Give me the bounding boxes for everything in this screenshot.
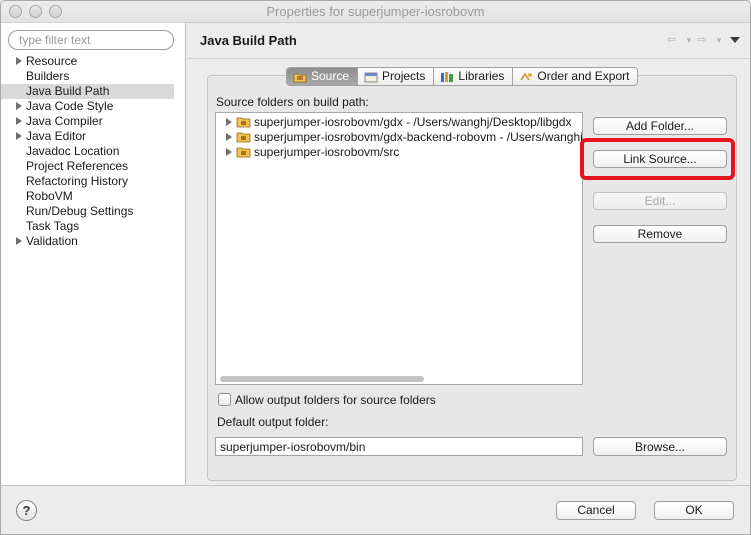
sidebar-item-robovm[interactable]: RoboVM: [1, 189, 186, 204]
sidebar-item-project-references[interactable]: Project References: [1, 159, 186, 174]
properties-sidebar: Resource Builders Java Build Path Java C…: [1, 23, 186, 485]
java-build-path-page: Java Build Path ⇦ ▼ ⇨ ▼ Source Projects: [187, 23, 750, 485]
allow-output-folders-label: Allow output folders for source folders: [235, 393, 436, 407]
list-item[interactable]: superjumper-iosrobovm/src: [216, 145, 582, 160]
sidebar-item-label: RoboVM: [26, 189, 73, 203]
expand-arrow-icon[interactable]: [16, 237, 22, 245]
tab-label: Projects: [382, 69, 426, 83]
source-folder-path: superjumper-iosrobovm/gdx-backend-robovm…: [254, 130, 583, 144]
package-folder-icon: [236, 131, 251, 143]
back-arrow-icon[interactable]: ⇦: [667, 33, 676, 46]
package-folder-icon: [236, 116, 251, 128]
sidebar-item-java-build-path[interactable]: Java Build Path: [1, 84, 174, 99]
libraries-icon: [440, 71, 454, 83]
page-title: Java Build Path: [200, 33, 297, 48]
help-icon[interactable]: ?: [16, 500, 37, 521]
tab-label: Order and Export: [537, 69, 630, 83]
source-folders-label: Source folders on build path:: [216, 95, 369, 109]
ok-button[interactable]: OK: [654, 501, 734, 520]
list-item[interactable]: superjumper-iosrobovm/gdx-backend-robovm…: [216, 130, 582, 145]
sidebar-item-label: Resource: [26, 54, 78, 68]
expand-arrow-icon[interactable]: [226, 148, 232, 156]
default-output-folder-field[interactable]: [215, 437, 583, 456]
expand-arrow-icon[interactable]: [16, 132, 22, 140]
tab-label: Source: [311, 69, 350, 83]
sidebar-item-java-code-style[interactable]: Java Code Style: [1, 99, 186, 114]
expand-arrow-icon[interactable]: [16, 117, 22, 125]
expand-arrow-icon[interactable]: [226, 133, 232, 141]
tab-order-and-export[interactable]: Order and Export: [513, 68, 637, 85]
source-folder-icon: [293, 71, 307, 83]
sidebar-item-resource[interactable]: Resource: [1, 54, 186, 69]
sidebar-item-label: Java Code Style: [26, 99, 114, 113]
expand-arrow-icon[interactable]: [16, 57, 22, 65]
package-folder-icon: [236, 146, 251, 158]
tab-libraries[interactable]: Libraries: [434, 68, 514, 85]
cancel-button[interactable]: Cancel: [556, 501, 636, 520]
sidebar-item-java-editor[interactable]: Java Editor: [1, 129, 186, 144]
sidebar-item-label: Project References: [26, 159, 129, 173]
properties-tree: Resource Builders Java Build Path Java C…: [1, 54, 186, 249]
order-export-icon: [519, 71, 533, 83]
build-path-tabs: Source Projects Libraries Order and Expo…: [286, 67, 639, 86]
properties-dialog: Properties for superjumper-iosrobovm Res…: [0, 0, 751, 535]
sidebar-item-validation[interactable]: Validation: [1, 234, 186, 249]
expand-arrow-icon[interactable]: [226, 118, 232, 126]
source-folder-path: superjumper-iosrobovm/src: [254, 145, 400, 159]
title-divider: [187, 58, 750, 59]
tab-projects[interactable]: Projects: [358, 68, 435, 85]
button-bar-divider: [1, 485, 750, 486]
default-output-folder-label: Default output folder:: [217, 415, 329, 429]
filter-input[interactable]: [8, 30, 174, 50]
tab-source[interactable]: Source: [287, 68, 359, 85]
sidebar-item-label: Refactoring History: [26, 174, 129, 188]
link-source-button[interactable]: Link Source...: [593, 150, 727, 168]
sidebar-item-run-debug-settings[interactable]: Run/Debug Settings: [1, 204, 186, 219]
sidebar-item-java-compiler[interactable]: Java Compiler: [1, 114, 186, 129]
list-item[interactable]: superjumper-iosrobovm/gdx - /Users/wangh…: [216, 115, 582, 130]
sidebar-item-label: Run/Debug Settings: [26, 204, 134, 218]
source-folders-list[interactable]: superjumper-iosrobovm/gdx - /Users/wangh…: [215, 112, 583, 385]
title-bar: Properties for superjumper-iosrobovm: [1, 1, 750, 23]
add-folder-button[interactable]: Add Folder...: [593, 117, 727, 135]
window-title: Properties for superjumper-iosrobovm: [266, 4, 485, 19]
sidebar-item-label: Java Build Path: [26, 84, 110, 98]
sidebar-item-label: Javadoc Location: [26, 144, 120, 158]
forward-arrow-icon[interactable]: ⇨: [697, 33, 706, 46]
sidebar-item-builders[interactable]: Builders: [1, 69, 186, 84]
allow-output-folders-checkbox[interactable]: [218, 393, 231, 406]
sidebar-item-label: Builders: [26, 69, 70, 83]
forward-dropdown-icon[interactable]: ▼: [715, 36, 723, 45]
horizontal-scrollbar[interactable]: [220, 376, 424, 382]
sidebar-item-label: Validation: [26, 234, 78, 248]
tab-label: Libraries: [458, 69, 505, 83]
expand-arrow-icon[interactable]: [16, 102, 22, 110]
back-dropdown-icon[interactable]: ▼: [685, 36, 693, 45]
sidebar-item-label: Task Tags: [26, 219, 80, 233]
view-menu-icon[interactable]: [730, 37, 740, 43]
sidebar-item-javadoc-location[interactable]: Javadoc Location: [1, 144, 186, 159]
edit-button[interactable]: Edit...: [593, 192, 727, 210]
browse-button[interactable]: Browse...: [593, 437, 727, 456]
sidebar-item-label: Java Editor: [26, 129, 87, 143]
projects-icon: [364, 71, 378, 83]
sidebar-item-label: Java Compiler: [26, 114, 103, 128]
sidebar-item-task-tags[interactable]: Task Tags: [1, 219, 186, 234]
sidebar-item-refactoring-history[interactable]: Refactoring History: [1, 174, 186, 189]
remove-button[interactable]: Remove: [593, 225, 727, 243]
source-folder-path: superjumper-iosrobovm/gdx - /Users/wangh…: [254, 115, 572, 129]
